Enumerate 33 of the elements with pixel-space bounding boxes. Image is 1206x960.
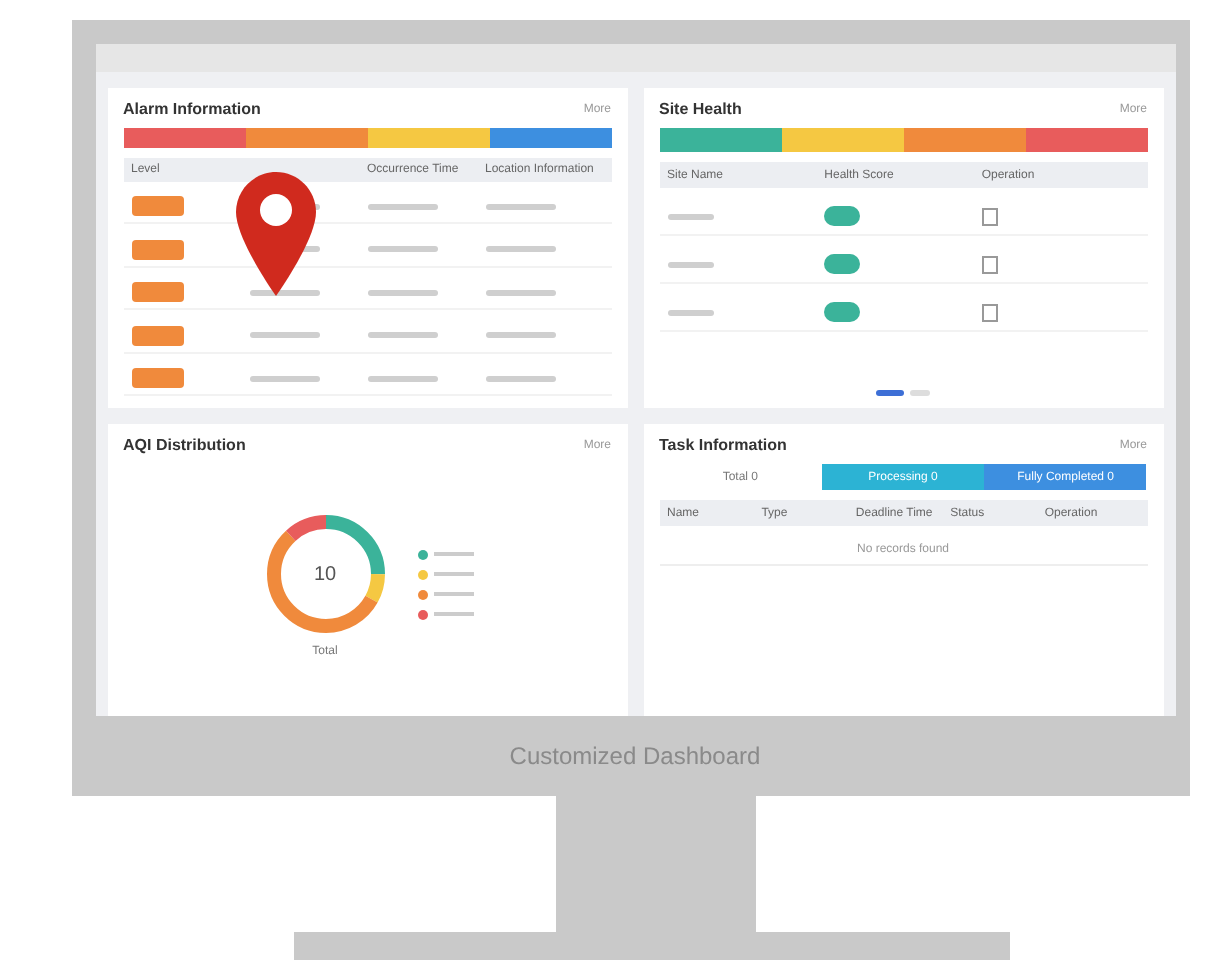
blurred-text [667,213,715,219]
card-title: Task Information [659,436,787,454]
blurred-text [485,375,556,382]
donut-total: 10 [313,563,337,585]
blurred-text [667,309,715,315]
blurred-text [667,261,715,267]
blurred-text [367,289,438,296]
card-title: Site Health [659,100,742,118]
document-icon[interactable] [981,303,998,321]
map-pin-icon [235,172,315,296]
level-filter-bar[interactable] [123,128,611,149]
blurred-text [485,203,556,210]
blurred-text [367,332,438,339]
blurred-text [485,289,556,296]
blurred-text [367,203,438,210]
card-title: Alarm Information [123,100,261,118]
blurred-text [249,289,320,296]
donut-drawing [261,510,389,638]
level-segment[interactable] [245,128,367,149]
screen-caption: Customized Dashboard [509,740,761,774]
document-icon[interactable] [981,255,998,273]
blurred-text [485,332,556,339]
blurred-text [485,246,556,253]
document-icon[interactable] [981,207,998,225]
blurred-text [249,375,320,382]
blurred-text [367,246,438,253]
level-segment[interactable] [123,128,245,149]
blurred-text [367,375,438,382]
level-segment[interactable] [489,128,611,149]
page-indicator[interactable] [876,390,904,396]
blurred-text [249,332,320,339]
card-title: AQI Distribution [123,436,246,454]
level-segment[interactable] [367,128,489,149]
